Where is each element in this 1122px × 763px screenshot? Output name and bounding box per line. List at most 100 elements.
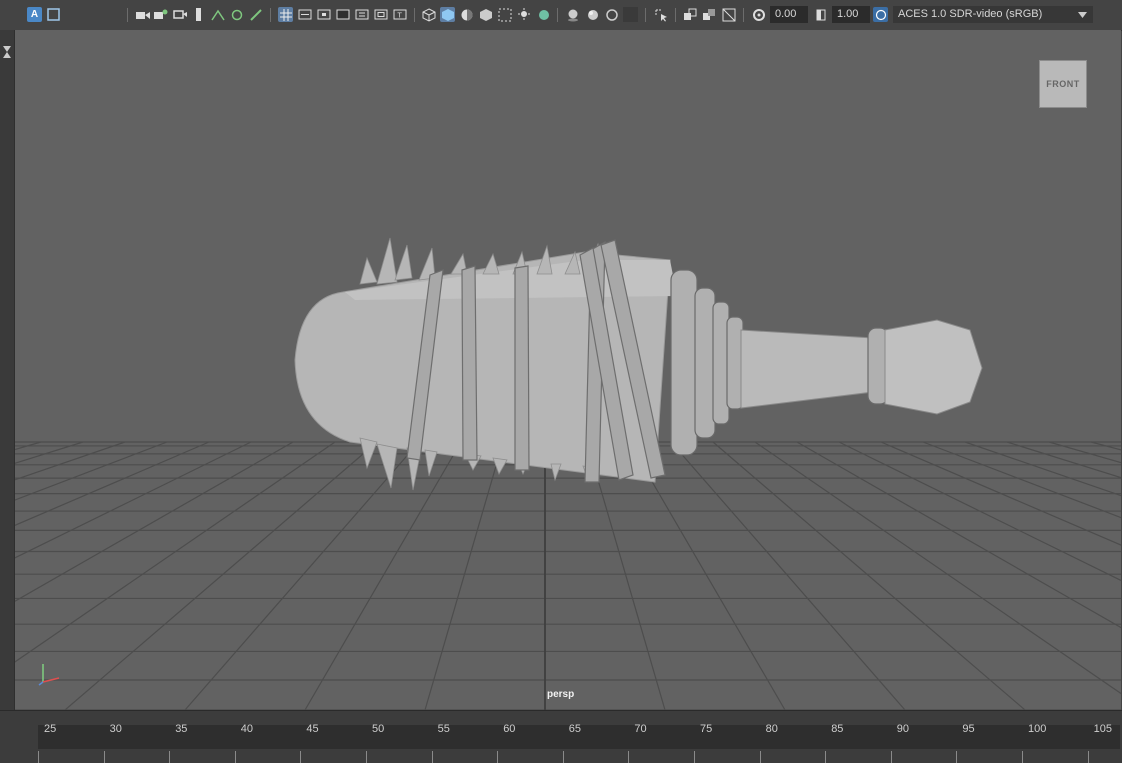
timeline-tick (956, 751, 958, 763)
axis-indicator-icon (38, 664, 60, 686)
timeline-tick-label: 85 (831, 723, 844, 735)
2d-pan-icon[interactable] (210, 7, 225, 22)
grid-line (754, 441, 1121, 695)
ortho-icon[interactable] (653, 7, 668, 22)
3d-viewport[interactable]: FRONT persp (14, 30, 1121, 710)
grease-pencil-draw-icon[interactable] (248, 7, 263, 22)
timeline-tick-label: 35 (175, 723, 188, 735)
film-gate-icon[interactable] (297, 7, 312, 22)
grid-line (628, 441, 786, 710)
timeline-tick (628, 751, 630, 763)
camera-pan-icon[interactable] (623, 7, 638, 22)
timeline-tick (562, 751, 564, 763)
timeline-tick-label: 105 (1093, 723, 1112, 735)
camera-label: persp (547, 689, 575, 700)
safe-action-icon[interactable] (373, 7, 388, 22)
screen-space-ao-icon[interactable] (535, 7, 550, 22)
gate-mask-icon[interactable] (335, 7, 350, 22)
timeline-tick-label: 100 (1028, 723, 1047, 735)
grid-line (1048, 441, 1121, 464)
toolbar-separator (743, 8, 744, 22)
motion-blur-icon[interactable] (565, 7, 580, 22)
timeline-tick-label: 80 (765, 723, 778, 735)
isolate-icon[interactable] (516, 7, 531, 22)
grid-line (712, 441, 1026, 710)
xray-joints-icon[interactable] (682, 7, 697, 22)
timeline-tick-label: 90 (896, 723, 910, 735)
safe-title-icon[interactable]: T (392, 7, 407, 22)
gamma-field[interactable]: 1.00 (832, 6, 870, 23)
camera-icon[interactable] (135, 7, 150, 22)
timeline-tick (890, 751, 892, 763)
timeline-tick-label: 70 (634, 723, 647, 735)
toolbar-separator (675, 8, 676, 22)
toolbar-separator (270, 8, 271, 22)
perspective-scene (15, 237, 1121, 710)
component-icon[interactable] (701, 7, 716, 22)
grid-line (64, 441, 378, 710)
bookmark-icon[interactable] (172, 7, 187, 22)
xray-icon[interactable] (497, 7, 512, 22)
timeline-tick-label: 65 (568, 723, 582, 735)
viewcube[interactable]: FRONT (1039, 60, 1087, 108)
timeline-tick (103, 751, 105, 763)
timeline-tick (825, 751, 827, 763)
multisample-aa-icon[interactable] (585, 7, 600, 22)
grid-line (964, 441, 1121, 497)
depth-of-field-icon[interactable] (604, 7, 619, 22)
gamma-icon[interactable] (813, 7, 828, 22)
timeline-tick-label: 50 (372, 723, 385, 735)
spiked-club-model[interactable] (294, 237, 983, 491)
timeline-tick-label: 25 (44, 723, 57, 735)
grid-line (838, 441, 1121, 582)
timeline-tick-label: 55 (437, 723, 450, 735)
timeline-tick (694, 751, 695, 763)
timeline-tick (1087, 751, 1089, 763)
smooth-shade-icon[interactable] (440, 7, 455, 22)
timeline-tick-label: 95 (962, 723, 975, 735)
grid-icon[interactable] (278, 7, 293, 22)
color-management-dropdown[interactable]: ACES 1.0 SDR-video (sRGB) (893, 6, 1093, 23)
grid-line (922, 441, 1121, 519)
timeline-tick-label: 40 (240, 723, 254, 735)
camera-attr-icon[interactable] (153, 7, 168, 22)
field-chart-icon[interactable] (354, 7, 369, 22)
default-lighting-icon[interactable] (459, 7, 474, 22)
left-panel-strip (0, 30, 14, 710)
color-wheel-icon[interactable] (873, 7, 888, 22)
select-icon[interactable] (46, 7, 61, 22)
grid-line (796, 441, 1121, 629)
toolbar-separator (414, 8, 415, 22)
grid-line (880, 441, 1121, 546)
shadows-icon[interactable] (478, 7, 493, 22)
viewport-toolbar: A T 0.00 1.00 ACES 1.0 SDR-video (sRGB) (0, 0, 1122, 31)
time-slider[interactable]: 25 30 35 40 45 50 55 60 65 70 75 80 85 90 95 100 105 (0, 710, 1122, 763)
image-plane-icon[interactable] (191, 7, 206, 22)
timeline-tick (38, 751, 39, 763)
viewcube-label: FRONT (1046, 79, 1080, 89)
chevron-down-icon (1078, 12, 1087, 18)
timeline-tick (431, 751, 433, 763)
timeline-tick (759, 751, 761, 763)
resolution-gate-icon[interactable] (316, 7, 331, 22)
exposure-field[interactable]: 0.00 (770, 6, 808, 23)
timeline-tick-label: 30 (109, 723, 122, 735)
grid-line (1090, 441, 1121, 451)
time-slider-track[interactable]: 25 30 35 40 45 50 55 60 65 70 75 80 85 90 95 100 105 (38, 723, 1120, 763)
timeline-tick (169, 751, 171, 763)
timeline-tick (497, 751, 499, 763)
svg-text:T: T (396, 12, 402, 20)
attribute-icon[interactable]: A (27, 7, 42, 22)
wireframe-icon[interactable] (421, 7, 436, 22)
toolbar-separator (557, 8, 558, 22)
grid-line (424, 441, 504, 710)
grease-pencil-icon[interactable] (229, 7, 244, 22)
timeline-tick-label: 45 (306, 723, 319, 735)
timeline-tick (366, 751, 367, 763)
ground-grid (15, 441, 1121, 710)
grid-line (1006, 441, 1121, 479)
toolbar-separator (645, 8, 646, 22)
color-management-label: ACES 1.0 SDR-video (sRGB) (898, 8, 1043, 20)
backface-icon[interactable] (721, 7, 736, 22)
exposure-icon[interactable] (751, 7, 766, 22)
